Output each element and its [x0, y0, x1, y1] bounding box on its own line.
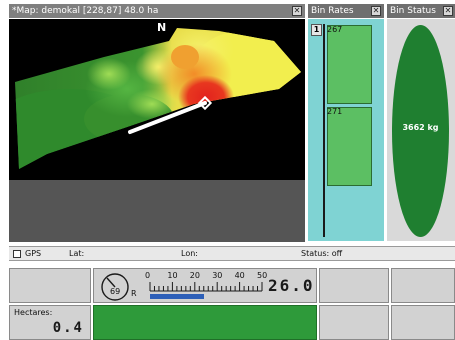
speed-level-bar: [150, 294, 204, 299]
info-panel-mid-right: [319, 268, 389, 303]
bin-rates-axis-line: [323, 24, 325, 237]
bin-rate-bar-2[interactable]: [327, 107, 372, 186]
map-window-title: *Map: demokal [228,87] 48.0 ha: [12, 6, 159, 16]
longitude-label: Lon:: [181, 249, 198, 258]
speed-scale-label: 40: [234, 271, 245, 280]
bin-rates-close-button[interactable]: ✕: [371, 6, 381, 16]
speed-scale-label: 0: [145, 271, 151, 280]
bin-status-panel: 3662 kg: [387, 19, 455, 241]
field-boundary: [15, 28, 301, 169]
field-map[interactable]: N: [9, 19, 305, 180]
bin-rate-value-2: 271: [327, 107, 343, 116]
info-panel-bottom-right: [391, 305, 455, 340]
bin-status-title: Bin Status: [390, 6, 436, 16]
info-panel-right: [391, 268, 455, 303]
speed-gauge-value: 69: [110, 287, 121, 296]
speed-scale-ticks: [149, 282, 263, 292]
info-panel-bottom-mid: [319, 305, 389, 340]
map-window-titlebar: *Map: demokal [228,87] 48.0 ha: [9, 4, 305, 18]
speed-scale-label: 50: [257, 271, 268, 280]
map-empty-area: [9, 180, 305, 242]
connection-status: Status: off: [301, 249, 343, 258]
field-yield-map: [15, 28, 301, 169]
bin-rates-title: Bin Rates: [311, 6, 354, 16]
bin-rates-panel: 1 267 271: [308, 19, 384, 241]
hectares-panel: Hectares: 0.4: [9, 305, 91, 340]
bin-index-label: 1: [311, 24, 322, 36]
speed-digital-readout: 26.0: [268, 276, 315, 295]
speed-scale: 0 10 20 30 40 50: [145, 271, 268, 301]
bin-rate-value-1: 267: [327, 25, 343, 34]
gps-label: GPS: [25, 249, 42, 258]
speed-panel: 69 R 0 10 20 30 40 50 26.0: [93, 268, 317, 303]
speed-scale-label: 10: [167, 271, 178, 280]
gps-status-bar: GPS Lat: Lon: Status: off: [9, 246, 455, 261]
map-window-close-button[interactable]: ✕: [292, 6, 302, 16]
coverage-green-panel: [93, 305, 317, 340]
speed-scale-label: 30: [212, 271, 223, 280]
gps-checkbox[interactable]: [13, 250, 21, 258]
info-panel-left: [9, 268, 91, 303]
latitude-label: Lat:: [69, 249, 85, 258]
bin-rate-bar-1[interactable]: [327, 25, 372, 104]
bin-status-close-button[interactable]: ✕: [443, 6, 453, 16]
speed-gauge-unit: R: [131, 289, 137, 298]
speed-scale-label: 20: [189, 271, 200, 280]
speed-bar-track: [150, 294, 262, 299]
bin-weight-label: 3662 kg: [402, 123, 439, 132]
hectares-label: Hectares:: [14, 308, 53, 317]
north-indicator: N: [157, 21, 167, 34]
hectares-value: 0.4: [52, 320, 84, 336]
